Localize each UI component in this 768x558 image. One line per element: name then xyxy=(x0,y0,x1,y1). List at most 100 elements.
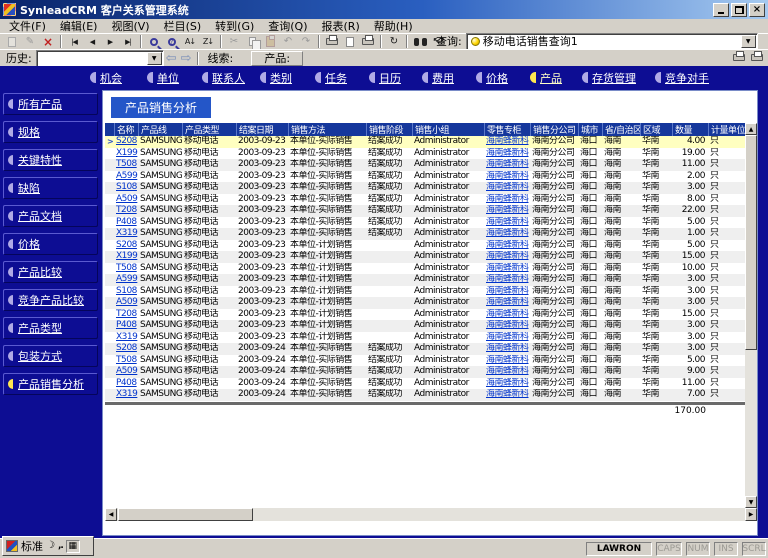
table-row[interactable]: A509SAMSUNG移动电话2003-09-23本单位-计划销售Adminis… xyxy=(105,297,745,309)
tab-account[interactable]: 单位 xyxy=(147,70,179,85)
cell-retail_counter[interactable]: 海南蜂新科 xyxy=(484,171,530,183)
history-combobox[interactable]: ▼ xyxy=(36,50,164,67)
sidebar-item-competitor-product-compare[interactable]: 竞争产品比较 xyxy=(3,289,98,311)
column-header-province[interactable]: 省/自治区 xyxy=(602,123,640,136)
history-back-icon[interactable]: ⇦ xyxy=(166,51,177,66)
scroll-left-button[interactable]: ◀ xyxy=(105,508,117,521)
menu-report[interactable]: 报表(R) xyxy=(315,18,367,34)
cell-retail_counter[interactable]: 海南蜂新科 xyxy=(484,355,530,367)
menu-file[interactable]: 文件(F) xyxy=(2,18,53,34)
query-combobox[interactable]: 移动电话销售查询1 ▼ xyxy=(466,33,758,50)
column-header-product_line[interactable]: 产品线 xyxy=(138,123,182,136)
cell-retail_counter[interactable]: 海南蜂新科 xyxy=(484,343,530,355)
last-record-button[interactable]: ▶| xyxy=(119,34,137,49)
sidebar-item-packaging[interactable]: 包装方式 xyxy=(3,345,98,367)
column-header-region[interactable]: 区域 xyxy=(640,123,672,136)
table-row[interactable]: X199SAMSUNG移动电话2003-09-23本单位-计划销售Adminis… xyxy=(105,251,745,263)
cell-name[interactable]: T508 xyxy=(114,355,138,367)
cell-name[interactable]: X199 xyxy=(114,148,138,160)
query-dropdown-arrow[interactable]: ▼ xyxy=(741,35,756,48)
cell-retail_counter[interactable]: 海南蜂新科 xyxy=(484,389,530,401)
tab-inventory[interactable]: 存货管理 xyxy=(582,70,636,85)
close-button[interactable]: × xyxy=(749,3,765,17)
cell-retail_counter[interactable]: 海南蜂新科 xyxy=(484,148,530,160)
sort-descending-button[interactable]: Z↓ xyxy=(199,34,217,49)
cell-name[interactable]: S208 xyxy=(114,343,138,355)
table-row[interactable]: X319SAMSUNG移动电话2003-09-24本单位-实际销售结案成功Adm… xyxy=(105,389,745,401)
cell-name[interactable]: S208 xyxy=(114,240,138,252)
cell-name[interactable]: X319 xyxy=(114,332,138,344)
table-row[interactable]: P408SAMSUNG移动电话2003-09-23本单位-计划销售Adminis… xyxy=(105,320,745,332)
next-record-button[interactable]: ▶ xyxy=(101,34,119,49)
report-button-2[interactable] xyxy=(749,50,764,64)
cell-retail_counter[interactable]: 海南蜂新科 xyxy=(484,378,530,390)
table-row[interactable]: X319SAMSUNG移动电话2003-09-23本单位-实际销售结案成功Adm… xyxy=(105,228,745,240)
sidebar-item-product-category[interactable]: 产品类型 xyxy=(3,317,98,339)
table-row[interactable]: T508SAMSUNG移动电话2003-09-24本单位-实际销售结案成功Adm… xyxy=(105,355,745,367)
ime-mode-label[interactable]: 标准 xyxy=(21,538,43,554)
table-row[interactable]: S108SAMSUNG移动电话2003-09-23本单位-实际销售结案成功Adm… xyxy=(105,182,745,194)
sidebar-item-price[interactable]: 价格 xyxy=(3,233,98,255)
tab-competitor[interactable]: 竞争对手 xyxy=(655,70,709,85)
cell-name[interactable]: T508 xyxy=(114,159,138,171)
cell-retail_counter[interactable]: 海南蜂新科 xyxy=(484,274,530,286)
sort-ascending-button[interactable]: A↓ xyxy=(181,34,199,49)
print-button[interactable] xyxy=(323,34,341,49)
column-header-retail_counter[interactable]: 零售专柜 xyxy=(484,123,530,136)
scroll-down-button[interactable]: ▼ xyxy=(745,496,757,508)
full-half-width-icon[interactable]: ☽ xyxy=(46,541,55,551)
cell-retail_counter[interactable]: 海南蜂新科 xyxy=(484,309,530,321)
cell-name[interactable]: A509 xyxy=(114,194,138,206)
column-header-name[interactable]: 名称 xyxy=(114,123,138,136)
column-header-unit[interactable]: 计量单位 xyxy=(708,123,745,136)
table-row[interactable]: A509SAMSUNG移动电话2003-09-24本单位-实际销售结案成功Adm… xyxy=(105,366,745,378)
cell-retail_counter[interactable]: 海南蜂新科 xyxy=(484,136,530,148)
cell-retail_counter[interactable]: 海南蜂新科 xyxy=(484,205,530,217)
sidebar-item-key-features[interactable]: 关键特性 xyxy=(3,149,98,171)
column-header-product_type[interactable]: 产品类型 xyxy=(182,123,236,136)
search-button[interactable] xyxy=(145,34,163,49)
horizontal-scrollbar[interactable]: ◀ ▶ xyxy=(105,508,757,521)
history-dropdown-arrow[interactable]: ▼ xyxy=(147,52,162,65)
cell-retail_counter[interactable]: 海南蜂新科 xyxy=(484,159,530,171)
restore-button[interactable] xyxy=(731,3,747,17)
tab-opportunity[interactable]: 机会 xyxy=(90,70,122,85)
table-row[interactable]: A599SAMSUNG移动电话2003-09-23本单位-计划销售Adminis… xyxy=(105,274,745,286)
table-row[interactable]: T508SAMSUNG移动电话2003-09-23本单位-计划销售Adminis… xyxy=(105,263,745,275)
scroll-up-button[interactable]: ▲ xyxy=(745,123,757,135)
soft-keyboard-icon[interactable]: ▦ xyxy=(66,540,80,553)
cell-retail_counter[interactable]: 海南蜂新科 xyxy=(484,366,530,378)
cell-name[interactable]: T508 xyxy=(114,263,138,275)
cell-name[interactable]: A599 xyxy=(114,171,138,183)
tab-calendar[interactable]: 日历 xyxy=(369,70,401,85)
input-method-icon[interactable] xyxy=(6,540,18,552)
table-row[interactable]: S108SAMSUNG移动电话2003-09-23本单位-计划销售Adminis… xyxy=(105,286,745,298)
table-row[interactable]: T208SAMSUNG移动电话2003-09-23本单位-计划销售Adminis… xyxy=(105,309,745,321)
horizontal-scroll-thumb[interactable] xyxy=(118,508,253,521)
cell-name[interactable]: A509 xyxy=(114,366,138,378)
cell-retail_counter[interactable]: 海南蜂新科 xyxy=(484,251,530,263)
cell-name[interactable]: X319 xyxy=(114,389,138,401)
table-row[interactable]: X199SAMSUNG移动电话2003-09-23本单位-实际销售结案成功Adm… xyxy=(105,148,745,160)
cell-retail_counter[interactable]: 海南蜂新科 xyxy=(484,240,530,252)
cell-retail_counter[interactable]: 海南蜂新科 xyxy=(484,217,530,229)
tab-category[interactable]: 类别 xyxy=(260,70,292,85)
cell-name[interactable]: A599 xyxy=(114,274,138,286)
cell-name[interactable]: S108 xyxy=(114,286,138,298)
cell-retail_counter[interactable]: 海南蜂新科 xyxy=(484,182,530,194)
column-header-sales_branch[interactable]: 销售分公司 xyxy=(530,123,578,136)
tab-task[interactable]: 任务 xyxy=(315,70,347,85)
cell-name[interactable]: T208 xyxy=(114,205,138,217)
find-button[interactable] xyxy=(411,34,429,49)
tab-contact[interactable]: 联系人 xyxy=(202,70,245,85)
punctuation-icon[interactable]: ,. xyxy=(58,541,63,551)
cell-name[interactable]: X319 xyxy=(114,228,138,240)
table-row[interactable]: X319SAMSUNG移动电话2003-09-23本单位-计划销售Adminis… xyxy=(105,332,745,344)
table-row[interactable]: A599SAMSUNG移动电话2003-09-23本单位-实际销售结案成功Adm… xyxy=(105,171,745,183)
cell-retail_counter[interactable]: 海南蜂新科 xyxy=(484,297,530,309)
export-button[interactable] xyxy=(341,34,359,49)
column-header-city[interactable]: 城市 xyxy=(578,123,602,136)
advanced-search-button[interactable] xyxy=(163,34,181,49)
sidebar-item-defects[interactable]: 缺陷 xyxy=(3,177,98,199)
previous-record-button[interactable]: ◀ xyxy=(83,34,101,49)
